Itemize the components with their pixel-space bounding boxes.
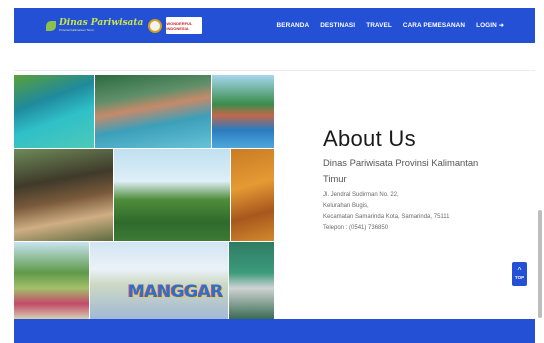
nav-item-login[interactable]: LOGIN ➜ xyxy=(476,22,504,29)
photo-stilt-houses xyxy=(212,75,274,148)
address-line: Jl. Jendral Sudirman No. 22, xyxy=(323,192,399,198)
nav-item-beranda[interactable]: BERANDA xyxy=(277,22,310,29)
photo-island-village xyxy=(95,75,211,148)
login-label: LOGIN xyxy=(476,22,497,29)
about-section: About Us Dinas Pariwisata Provinsi Kalim… xyxy=(323,126,523,234)
photo-beach-sign xyxy=(90,242,228,319)
logo-subtitle: Provinsi Kalimantan Timur xyxy=(59,28,94,32)
chevron-up-icon: ^ xyxy=(517,266,522,275)
logo[interactable]: Dinas Pariwisata Provinsi Kalimantan Tim… xyxy=(46,17,203,34)
manggar-sign-text: MANGGAR xyxy=(128,282,223,302)
wonderful-indonesia-badge: WONDERFUL INDONESIA xyxy=(166,17,203,34)
navbar: Dinas Pariwisata Provinsi Kalimantan Tim… xyxy=(14,8,535,43)
top-label: TOP xyxy=(514,275,525,280)
about-subtitle: Dinas Pariwisata Provinsi Kalimantan Tim… xyxy=(323,157,479,184)
address-line: Kecamatan Samarinda Kota, Samarinda, 751… xyxy=(323,214,450,220)
address-line: Kelurahan Bugis, xyxy=(323,203,369,209)
photo-autumn-forest xyxy=(231,149,274,241)
address-block: Jl. Jendral Sudirman No. 22, Kelurahan B… xyxy=(323,190,523,234)
about-title: About Us xyxy=(323,126,416,151)
footer xyxy=(14,319,535,343)
photo-mosaic: MANGGAR xyxy=(14,75,274,319)
back-to-top-button[interactable]: ^ TOP xyxy=(512,262,527,286)
nav-menu: BERANDA DESTINASI TRAVEL CARA PEMESANAN … xyxy=(266,8,504,43)
nav-item-travel[interactable]: TRAVEL xyxy=(366,22,392,29)
logo-title: Dinas Pariwisata xyxy=(59,18,144,28)
photo-lagoon xyxy=(14,75,94,148)
nav-item-destinasi[interactable]: DESTINASI xyxy=(320,22,355,29)
photo-longhouse xyxy=(14,149,113,241)
phone-line: Telepon : (0541) 736850 xyxy=(323,225,389,231)
divider xyxy=(14,70,535,71)
photo-statue xyxy=(229,242,274,319)
photo-park xyxy=(14,242,89,319)
leaf-icon xyxy=(46,20,56,31)
scrollbar[interactable] xyxy=(538,210,542,318)
nav-item-cara-pemesanan[interactable]: CARA PEMESANAN xyxy=(403,22,465,29)
seal-icon xyxy=(148,18,163,33)
login-icon: ➜ xyxy=(498,23,504,29)
wi-badge-text: WONDERFUL INDONESIA xyxy=(166,20,193,31)
photo-hill-monument xyxy=(114,149,230,241)
